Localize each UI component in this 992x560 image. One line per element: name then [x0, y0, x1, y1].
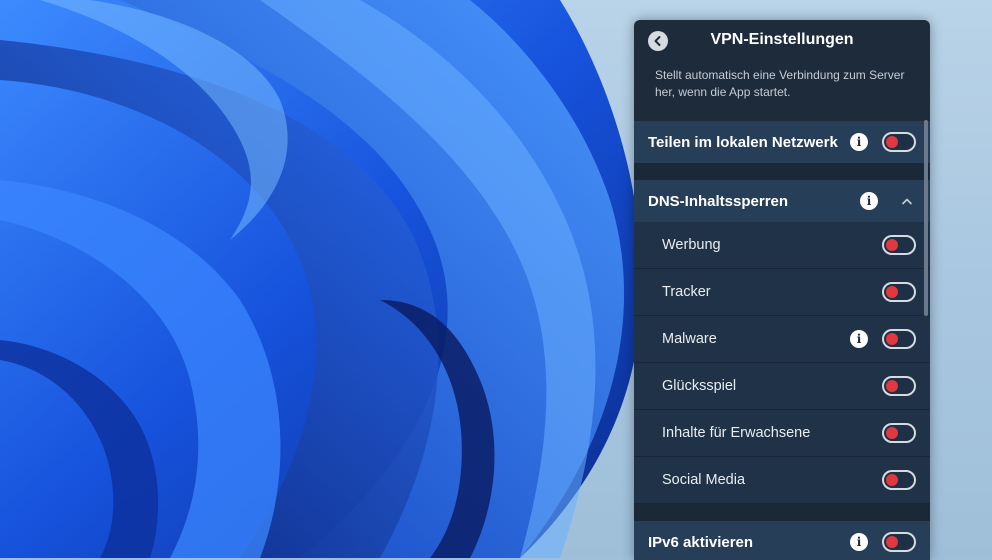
social-media-toggle[interactable]	[882, 470, 916, 490]
toggle-knob	[886, 136, 898, 148]
panel-title: VPN-Einstellungen	[710, 31, 854, 48]
gambling-toggle[interactable]	[882, 376, 916, 396]
local-network-share-toggle[interactable]	[882, 132, 916, 152]
dns-item-label: Malware	[662, 331, 717, 347]
dns-content-block-label: DNS-Inhaltssperren	[648, 192, 789, 210]
tracker-toggle[interactable]	[882, 282, 916, 302]
dns-item-label: Tracker	[662, 284, 711, 300]
ipv6-label: IPv6 aktivieren	[648, 533, 754, 551]
section-gap	[634, 504, 930, 521]
local-network-share-row: Teilen im lokalen Netzwerk i	[634, 121, 930, 163]
ads-toggle[interactable]	[882, 235, 916, 255]
dns-item-label: Social Media	[662, 472, 746, 488]
local-network-share-label: Teilen im lokalen Netzwerk	[648, 133, 838, 151]
section-gap	[634, 163, 930, 180]
ipv6-row: IPv6 aktivieren i	[634, 521, 930, 560]
adult-content-toggle[interactable]	[882, 423, 916, 443]
info-icon[interactable]: i	[850, 330, 868, 348]
dns-item-label: Glücksspiel	[662, 378, 737, 394]
panel-description: Stellt automatisch eine Verbindung zum S…	[655, 68, 905, 99]
toggle-knob	[886, 474, 898, 486]
dns-content-block-row[interactable]: DNS-Inhaltssperren i	[634, 180, 930, 222]
info-icon[interactable]: i	[850, 533, 868, 551]
info-icon[interactable]: i	[850, 133, 868, 151]
vpn-settings-panel: VPN-Einstellungen Stellt automatisch ein…	[634, 20, 930, 560]
toggle-knob	[886, 286, 898, 298]
dns-item-adult-content-row: Inhalte für Erwachsene	[634, 410, 930, 457]
dns-item-malware-row: Malware i	[634, 316, 930, 363]
dns-item-tracker-row: Tracker	[634, 269, 930, 316]
toggle-knob	[886, 536, 898, 548]
dns-item-label: Werbung	[662, 237, 721, 253]
panel-header: VPN-Einstellungen	[634, 20, 930, 64]
ipv6-toggle[interactable]	[882, 532, 916, 552]
dns-item-label: Inhalte für Erwachsene	[662, 425, 811, 441]
chevron-up-icon[interactable]	[900, 194, 914, 208]
scrollbar-thumb[interactable]	[924, 120, 928, 316]
info-icon[interactable]: i	[860, 192, 878, 210]
dns-item-social-media-row: Social Media	[634, 457, 930, 504]
toggle-knob	[886, 333, 898, 345]
toggle-knob	[886, 427, 898, 439]
toggle-knob	[886, 239, 898, 251]
malware-toggle[interactable]	[882, 329, 916, 349]
toggle-knob	[886, 380, 898, 392]
dns-item-ads-row: Werbung	[634, 222, 930, 269]
dns-item-gambling-row: Glücksspiel	[634, 363, 930, 410]
